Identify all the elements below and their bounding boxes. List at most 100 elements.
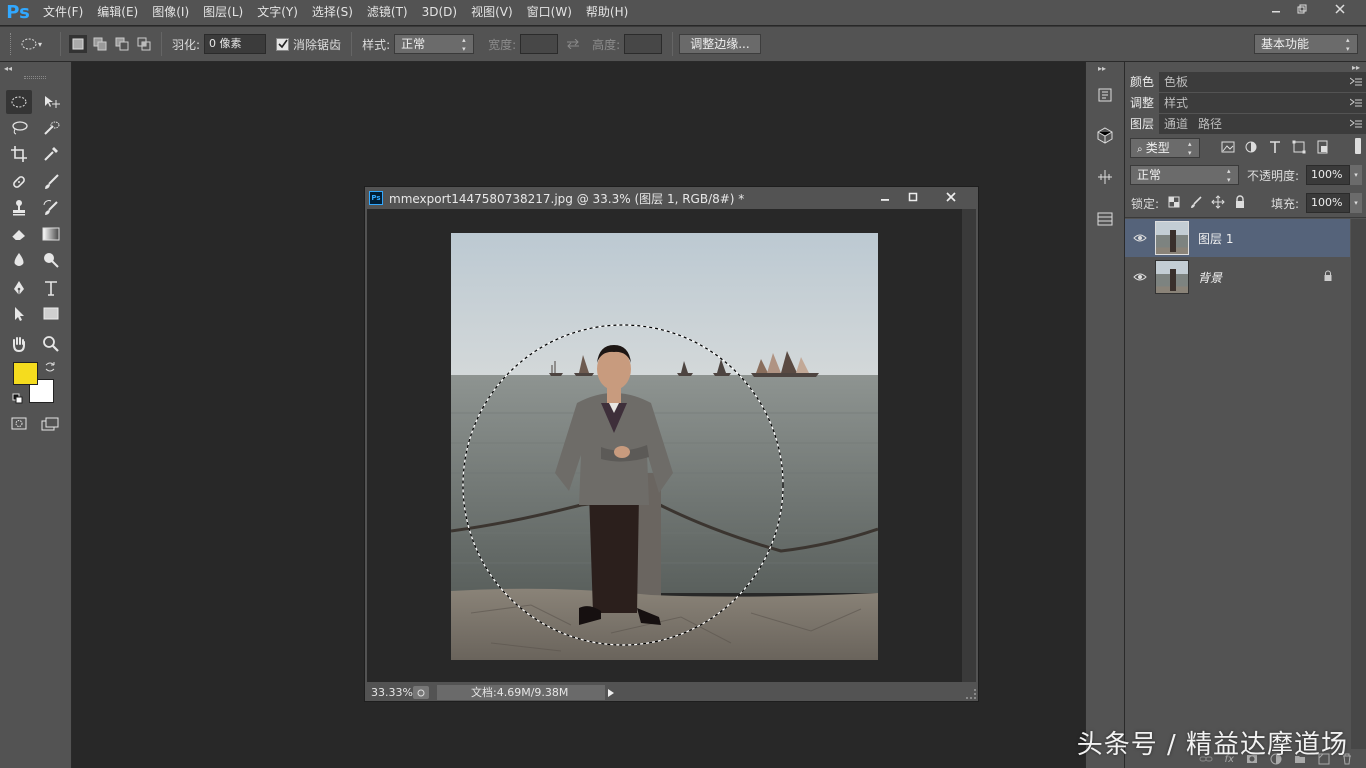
layer-row-1[interactable]: 图层 1 [1125, 219, 1350, 257]
eraser-tool-icon[interactable] [6, 222, 32, 246]
lock-pixels-icon[interactable] [1189, 195, 1203, 212]
gradient-tool-icon[interactable] [38, 222, 64, 246]
quick-selection-tool-icon[interactable] [38, 116, 64, 140]
new-selection-icon[interactable] [69, 35, 87, 53]
foreground-color-swatch[interactable] [13, 362, 38, 385]
history-panel-icon[interactable] [1096, 86, 1114, 107]
doc-close-icon[interactable] [936, 189, 966, 205]
healing-brush-tool-icon[interactable] [6, 170, 32, 194]
intersect-selection-icon[interactable] [135, 35, 153, 53]
feather-input[interactable]: 0 像素 [204, 34, 267, 54]
menu-image[interactable]: 图像(I) [145, 0, 196, 25]
close-app-icon[interactable] [1326, 0, 1354, 18]
quick-mask-icon[interactable] [6, 412, 32, 436]
clone-stamp-tool-icon[interactable] [6, 196, 32, 220]
filter-pixel-icon[interactable] [1221, 140, 1235, 157]
swap-dimensions-icon[interactable] [558, 39, 588, 49]
resize-grip-icon[interactable] [966, 689, 976, 699]
blend-mode-select[interactable]: 正常 [1130, 165, 1239, 185]
filter-shape-icon[interactable] [1292, 140, 1306, 157]
brush-tool-icon[interactable] [38, 170, 64, 194]
menu-type[interactable]: 文字(Y) [250, 0, 305, 25]
history-brush-tool-icon[interactable] [38, 196, 64, 220]
strip-collapse-icon[interactable]: ▸▸ [1098, 64, 1106, 73]
screen-mode-icon[interactable] [38, 412, 64, 436]
lock-transparent-icon[interactable] [1168, 196, 1180, 211]
width-input[interactable] [520, 34, 559, 54]
properties-panel-icon[interactable] [1096, 210, 1114, 231]
subtract-selection-icon[interactable] [113, 35, 131, 53]
menu-help[interactable]: 帮助(H) [579, 0, 635, 25]
tab-swatches[interactable]: 色板 [1159, 72, 1193, 92]
rectangle-tool-icon[interactable] [38, 302, 64, 326]
tab-color[interactable]: 颜色 [1125, 72, 1160, 92]
layer-row-background[interactable]: 背景 [1125, 258, 1350, 296]
visibility-eye-icon[interactable] [1125, 233, 1155, 243]
document-canvas[interactable] [367, 209, 976, 682]
zoom-tool-icon[interactable] [38, 332, 64, 356]
fill-input[interactable]: 100% [1306, 193, 1350, 213]
menu-window[interactable]: 窗口(W) [520, 0, 579, 25]
layer-filter-select[interactable]: ⌕ 类型 [1130, 138, 1200, 158]
panels-collapse-icon[interactable]: ▸▸ [1352, 63, 1360, 72]
opacity-input[interactable]: 100% [1306, 165, 1350, 185]
tab-styles[interactable]: 样式 [1159, 93, 1193, 113]
hand-tool-icon[interactable] [6, 332, 32, 356]
default-colors-icon[interactable] [12, 393, 24, 408]
add-selection-icon[interactable] [91, 35, 109, 53]
menu-file[interactable]: 文件(F) [36, 0, 90, 25]
panel-menu-icon[interactable] [1349, 118, 1362, 132]
fill-dropdown-icon[interactable]: ▾ [1350, 193, 1362, 213]
panel-menu-icon[interactable] [1349, 76, 1362, 90]
tab-layers[interactable]: 图层 [1125, 114, 1160, 134]
workspace-select[interactable]: 基本功能 [1254, 34, 1358, 54]
filter-adjustment-icon[interactable] [1244, 140, 1258, 157]
tab-channels[interactable]: 通道 [1159, 114, 1193, 134]
menu-view[interactable]: 视图(V) [464, 0, 520, 25]
blur-tool-icon[interactable] [6, 248, 32, 272]
swap-colors-icon[interactable] [44, 361, 56, 376]
elliptical-marquee-tool-icon[interactable] [6, 90, 32, 114]
restore-icon[interactable] [1288, 0, 1316, 18]
menu-filter[interactable]: 滤镜(T) [360, 0, 415, 25]
menu-select[interactable]: 选择(S) [305, 0, 360, 25]
document-titlebar[interactable]: Ps mmexport1447580738217.jpg @ 33.3% (图层… [365, 187, 978, 209]
zoom-level[interactable]: 33.33% [365, 686, 413, 699]
3d-panel-icon[interactable] [1096, 126, 1114, 147]
lock-position-icon[interactable] [1211, 195, 1225, 212]
status-arrow-icon[interactable] [605, 688, 617, 697]
vertical-scrollbar[interactable] [962, 209, 976, 682]
tools-collapse-icon[interactable]: ◂◂ [4, 64, 12, 73]
tab-paths[interactable]: 路径 [1193, 114, 1227, 134]
menu-layer[interactable]: 图层(L) [196, 0, 250, 25]
eyedropper-tool-icon[interactable] [38, 142, 64, 166]
minimize-icon[interactable] [1262, 0, 1290, 18]
layers-scrollbar[interactable] [1351, 219, 1366, 749]
measure-panel-icon[interactable] [1096, 168, 1114, 189]
lasso-tool-icon[interactable] [6, 116, 32, 140]
filter-smartobject-icon[interactable] [1316, 140, 1330, 157]
panel-menu-icon[interactable] [1349, 97, 1362, 111]
refine-edge-button[interactable]: 调整边缘... [679, 34, 761, 54]
status-menu-icon[interactable] [413, 686, 429, 699]
doc-minimize-icon[interactable] [872, 189, 898, 205]
crop-tool-icon[interactable] [6, 142, 32, 166]
type-tool-icon[interactable] [38, 276, 64, 300]
doc-maximize-icon[interactable] [900, 189, 926, 205]
height-input[interactable] [624, 34, 663, 54]
antialias-checkbox[interactable] [276, 37, 290, 51]
lock-all-icon[interactable] [1234, 195, 1246, 212]
menu-3d[interactable]: 3D(D) [415, 0, 464, 25]
visibility-eye-icon[interactable] [1125, 272, 1155, 282]
elliptical-marquee-icon[interactable]: ▾ [20, 37, 54, 51]
menu-edit[interactable]: 编辑(E) [90, 0, 145, 25]
filter-toggle[interactable] [1355, 138, 1361, 154]
dodge-tool-icon[interactable] [38, 248, 64, 272]
opacity-dropdown-icon[interactable]: ▾ [1350, 165, 1362, 185]
filter-type-icon[interactable] [1268, 140, 1282, 157]
move-tool-icon[interactable] [38, 90, 64, 114]
path-selection-tool-icon[interactable] [6, 302, 32, 326]
style-select[interactable]: 正常 [394, 34, 475, 54]
tab-adjustments[interactable]: 调整 [1125, 93, 1160, 113]
pen-tool-icon[interactable] [6, 276, 32, 300]
